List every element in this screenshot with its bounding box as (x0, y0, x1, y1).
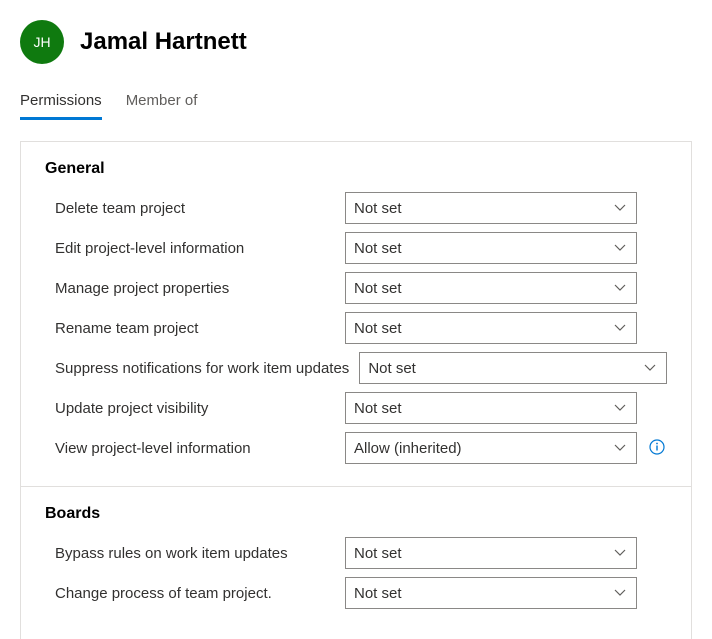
chevron-down-icon (614, 547, 626, 559)
perm-value: Not set (354, 400, 402, 417)
chevron-down-icon (614, 202, 626, 214)
chevron-down-icon (614, 442, 626, 454)
tab-bar: Permissions Member of (0, 84, 712, 121)
perm-value: Not set (354, 280, 402, 297)
perm-row: Suppress notifications for work item upd… (45, 348, 667, 388)
perm-select[interactable]: Not set (345, 272, 637, 304)
perm-label: Delete team project (55, 200, 335, 217)
perm-value: Not set (354, 320, 402, 337)
tab-permissions[interactable]: Permissions (20, 84, 102, 120)
perm-value: Not set (368, 360, 416, 377)
perm-value: Not set (354, 545, 402, 562)
perm-select[interactable]: Not set (345, 312, 637, 344)
chevron-down-icon (614, 402, 626, 414)
perm-select[interactable]: Not set (345, 392, 637, 424)
info-slot (647, 439, 667, 458)
info-icon[interactable] (649, 439, 665, 455)
chevron-down-icon (614, 282, 626, 294)
perm-select[interactable]: Not set (345, 537, 637, 569)
avatar: JH (20, 20, 64, 64)
perm-select[interactable]: Not set (345, 577, 637, 609)
chevron-down-icon (614, 242, 626, 254)
chevron-down-icon (614, 322, 626, 334)
section-boards: Boards Bypass rules on work item updates… (45, 505, 667, 613)
section-title-boards: Boards (45, 505, 667, 523)
perm-row: Update project visibility Not set (45, 388, 667, 428)
section-general: General Delete team project Not set Edit… (45, 160, 667, 468)
perm-select[interactable]: Allow (inherited) (345, 432, 637, 464)
perm-label: Edit project-level information (55, 240, 335, 257)
perm-value: Not set (354, 200, 402, 217)
page-title: Jamal Hartnett (80, 28, 247, 56)
perm-label: Manage project properties (55, 280, 335, 297)
perm-value: Allow (inherited) (354, 440, 462, 457)
perm-select[interactable]: Not set (345, 192, 637, 224)
perm-select[interactable]: Not set (359, 352, 667, 384)
section-divider (21, 486, 691, 487)
perm-label: Update project visibility (55, 400, 335, 417)
perm-label: View project-level information (55, 440, 335, 457)
perm-row: Change process of team project. Not set (45, 573, 667, 613)
permissions-panel: General Delete team project Not set Edit… (20, 141, 692, 639)
perm-label: Suppress notifications for work item upd… (55, 360, 349, 377)
avatar-initials: JH (33, 34, 50, 50)
chevron-down-icon (614, 587, 626, 599)
perm-row: Bypass rules on work item updates Not se… (45, 533, 667, 573)
perm-row: Edit project-level information Not set (45, 228, 667, 268)
chevron-down-icon (644, 362, 656, 374)
page-header: JH Jamal Hartnett (0, 0, 712, 84)
perm-label: Bypass rules on work item updates (55, 545, 335, 562)
perm-value: Not set (354, 240, 402, 257)
perm-label: Rename team project (55, 320, 335, 337)
perm-row: Rename team project Not set (45, 308, 667, 348)
perm-select[interactable]: Not set (345, 232, 637, 264)
perm-row: Delete team project Not set (45, 188, 667, 228)
perm-label: Change process of team project. (55, 585, 335, 602)
perm-value: Not set (354, 585, 402, 602)
perm-row: Manage project properties Not set (45, 268, 667, 308)
perm-row: View project-level information Allow (in… (45, 428, 667, 468)
section-title-general: General (45, 160, 667, 178)
tab-member-of[interactable]: Member of (126, 84, 198, 120)
